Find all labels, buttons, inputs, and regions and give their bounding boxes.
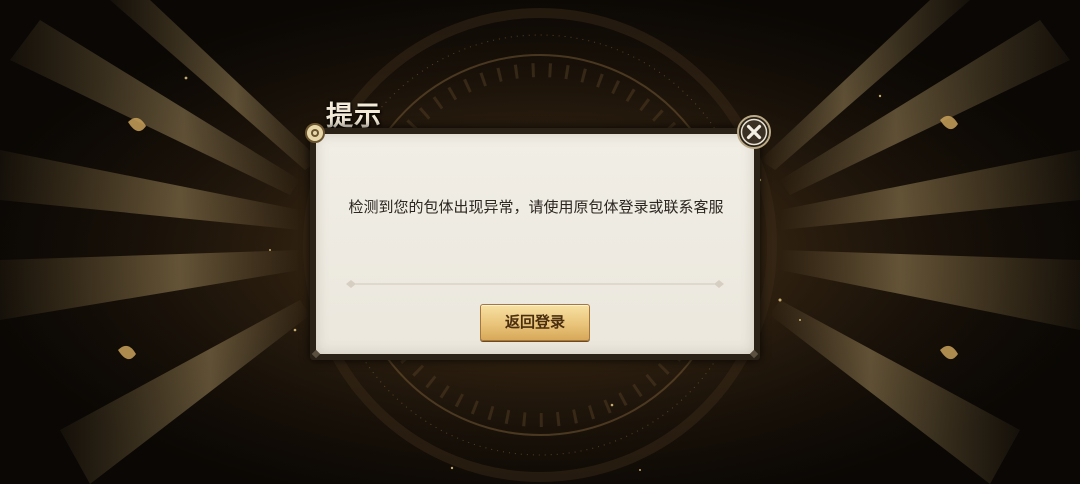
gear-badge-icon	[305, 123, 325, 143]
dialog-divider	[346, 280, 724, 288]
return-login-button[interactable]: 返回登录	[480, 304, 590, 341]
dialog-message: 检测到您的包体出现异常，请使用原包体登录或联系客服	[348, 198, 724, 216]
close-icon[interactable]	[736, 114, 772, 150]
